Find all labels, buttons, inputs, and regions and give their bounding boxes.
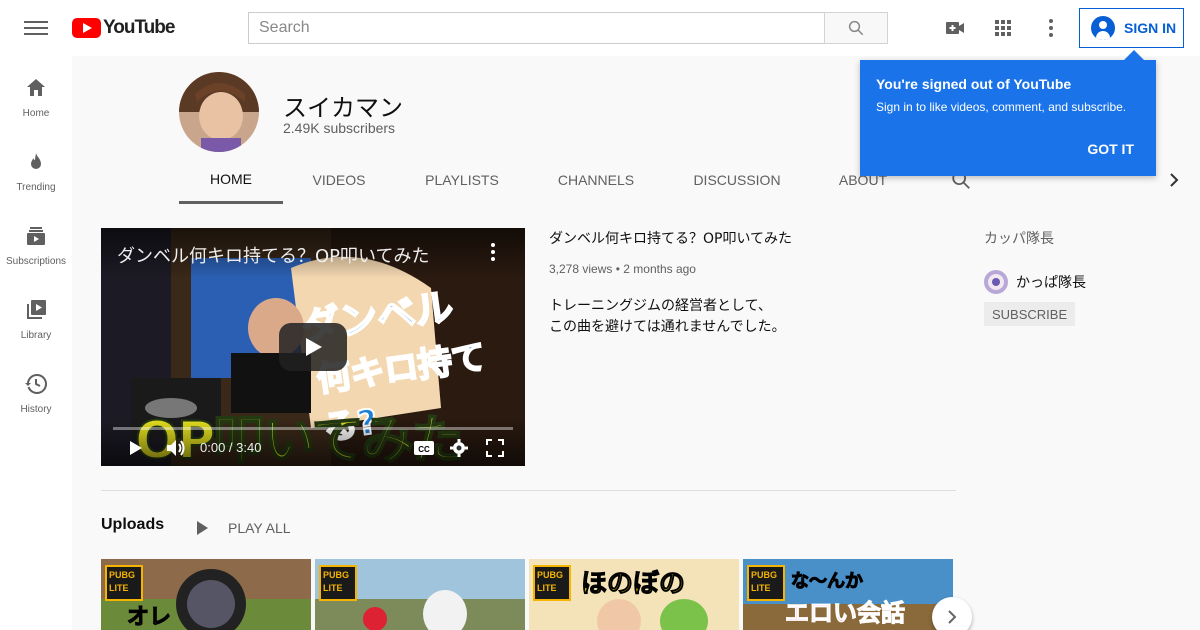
chevron-right-icon[interactable] xyxy=(1162,168,1186,192)
got-it-button[interactable]: GOT IT xyxy=(1087,141,1134,157)
play-control-icon[interactable] xyxy=(125,438,145,458)
player-more-icon[interactable] xyxy=(483,240,503,264)
history-icon xyxy=(25,373,47,394)
tab-videos[interactable]: VIDEOS xyxy=(283,156,395,204)
channel-name: スイカマン xyxy=(283,94,403,122)
featured-video-player[interactable]: ダンベル 何キロ持てる? OP叩いてみた ダンベル何キロ持てる？OP叩いてみた … xyxy=(101,228,525,466)
captions-icon[interactable]: CC xyxy=(413,439,435,457)
subscriber-count: 2.49K subscribers xyxy=(283,120,396,136)
player-overlay-title[interactable]: ダンベル何キロ持てる？OP叩いてみた xyxy=(117,242,429,268)
tab-discussion[interactable]: DISCUSSION xyxy=(663,156,811,204)
subscriptions-icon xyxy=(27,227,45,245)
sidebar: Home Trending Subscriptions Library Hist… xyxy=(0,56,72,630)
search-button[interactable] xyxy=(824,12,888,44)
upload-thumbnail[interactable]: PUBG LITE な〜んか エロい会話 xyxy=(743,559,953,630)
pubg-lite-badge-text: PUBG LITE xyxy=(323,570,350,593)
uploads-title[interactable]: Uploads xyxy=(101,516,164,534)
channel-home-content: ダンベル 何キロ持てる? OP叩いてみた ダンベル何キロ持てる？OP叩いてみた … xyxy=(72,204,1200,630)
create-video-icon[interactable] xyxy=(943,16,967,40)
upload-thumbnail[interactable]: PUBG LITE オレ xyxy=(101,559,311,630)
thumbnail-text: ほのぼの xyxy=(580,569,686,600)
carousel-next-button[interactable] xyxy=(932,597,972,630)
more-vert-icon[interactable] xyxy=(1039,16,1063,40)
featured-channel-name: かっぱ隊長 xyxy=(1016,275,1086,291)
progress-bar[interactable] xyxy=(113,427,513,430)
upload-age: 2 months ago xyxy=(623,262,696,276)
home-icon xyxy=(27,79,45,96)
pubg-lite-badge-text: PUBG LITE xyxy=(751,570,778,593)
play-icon xyxy=(197,521,208,535)
featured-channel-item[interactable]: かっぱ隊長 xyxy=(984,270,1086,294)
sidebar-item-label: Trending xyxy=(16,182,56,193)
sidebar-item-subscriptions[interactable]: Subscriptions xyxy=(0,224,72,298)
upload-thumbnail[interactable]: PUBG LITE ほのぼの xyxy=(529,559,739,630)
search-icon xyxy=(848,20,864,36)
youtube-logo[interactable]: YouTube xyxy=(72,17,175,39)
featured-video-description: トレーニングジムの経営者として、 この曲を避けては通れませんでした。 xyxy=(549,296,786,338)
pubg-lite-badge-text: PUBG LITE xyxy=(109,570,136,593)
sidebar-item-library[interactable]: Library xyxy=(0,298,72,372)
pubg-lite-badge-text: PUBG LITE xyxy=(537,570,564,593)
play-all-button[interactable]: PLAY ALL xyxy=(190,516,291,540)
sidebar-item-label: Library xyxy=(20,330,52,341)
play-all-label: PLAY ALL xyxy=(228,520,291,536)
sidebar-item-trending[interactable]: Trending xyxy=(0,150,72,224)
sidebar-item-label: Home xyxy=(22,108,50,119)
signed-out-popup: You're signed out of YouTube Sign in to … xyxy=(860,50,1156,176)
sidebar-item-home[interactable]: Home xyxy=(0,76,72,150)
search-input[interactable] xyxy=(248,12,824,44)
thumbnail-text: な〜んか xyxy=(791,571,864,593)
video-time: 0:00 / 3:40 xyxy=(200,440,262,455)
thumbnail-text-2: エロい会話 xyxy=(785,599,906,628)
subscribe-button[interactable]: SUBSCRIBE xyxy=(984,302,1076,326)
view-count: 3,278 views xyxy=(549,262,613,276)
sign-in-label: SIGN IN xyxy=(1124,20,1177,36)
description-line: トレーニングジムの経営者として、 xyxy=(549,298,772,314)
top-bar: YouTube SIGN IN xyxy=(0,0,1200,56)
upload-thumbnail[interactable]: PUBG LITE xyxy=(315,559,525,630)
sidebar-item-label: History xyxy=(20,404,52,415)
fullscreen-icon[interactable] xyxy=(485,438,505,458)
search-bar xyxy=(248,12,888,44)
big-play-button[interactable] xyxy=(279,323,347,371)
thumbnail-text: オレ xyxy=(126,605,172,630)
sign-in-button[interactable]: SIGN IN xyxy=(1079,8,1184,48)
youtube-play-icon xyxy=(72,18,101,38)
section-divider xyxy=(101,490,956,491)
description-line: この曲を避けては通れませんでした。 xyxy=(549,319,786,335)
logo-text: YouTube xyxy=(103,17,175,38)
tab-channels[interactable]: CHANNELS xyxy=(529,156,663,204)
sidebar-item-label: Subscriptions xyxy=(5,256,67,267)
menu-icon[interactable] xyxy=(24,18,48,38)
sidebar-item-history[interactable]: History xyxy=(0,372,72,446)
settings-gear-icon[interactable] xyxy=(449,438,469,458)
chevron-right-icon xyxy=(948,610,957,624)
library-icon xyxy=(27,300,46,319)
svg-text:CC: CC xyxy=(418,445,430,454)
account-icon xyxy=(1091,16,1115,40)
channel-avatar[interactable] xyxy=(179,72,259,152)
tab-playlists[interactable]: PLAYLISTS xyxy=(395,156,529,204)
featured-video-title[interactable]: ダンベル何キロ持てる？OP叩いてみた xyxy=(549,228,792,248)
featured-channel-avatar xyxy=(984,270,1008,294)
volume-icon[interactable] xyxy=(165,438,187,458)
popup-text: Sign in to like videos, comment, and sub… xyxy=(876,100,1127,114)
apps-grid-icon[interactable] xyxy=(991,16,1015,40)
flame-icon xyxy=(31,153,41,169)
featured-video-meta: 3,278 views • 2 months ago xyxy=(549,262,696,276)
tab-home[interactable]: HOME xyxy=(179,156,283,204)
featured-channels-title: カッパ隊長 xyxy=(984,231,1054,247)
popup-title: You're signed out of YouTube xyxy=(876,76,1072,92)
play-icon xyxy=(306,338,322,356)
